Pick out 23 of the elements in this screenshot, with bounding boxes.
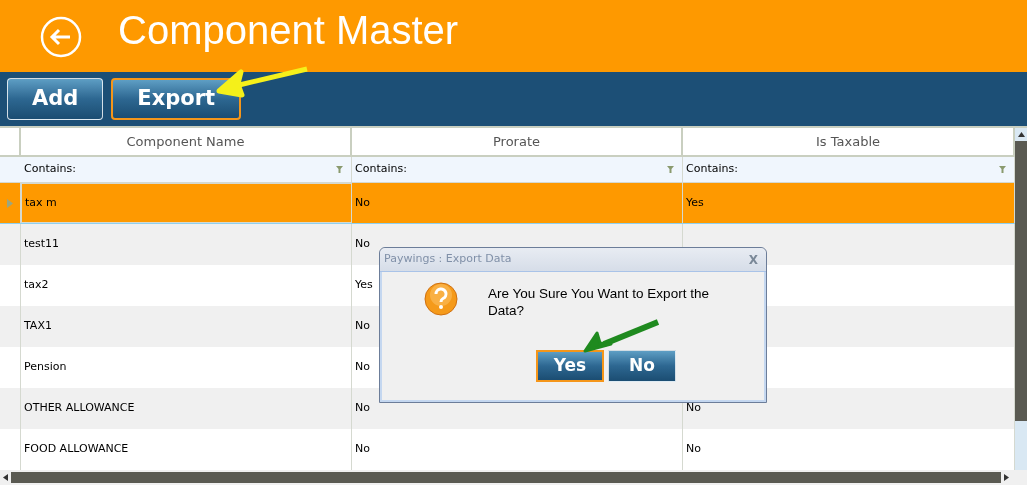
table-cell: tax2 bbox=[24, 277, 49, 294]
table-cell: No bbox=[686, 441, 701, 458]
table-cell: No bbox=[355, 318, 370, 335]
table-cell: test11 bbox=[24, 236, 60, 253]
table-cell-text: tax m bbox=[25, 194, 57, 211]
table-cell: FOOD ALLOWANCE bbox=[24, 441, 129, 458]
table-cell: TAX1 bbox=[24, 318, 52, 335]
dialog-title: Paywings : Export Data bbox=[384, 251, 512, 268]
page-title: Component Master bbox=[118, 10, 459, 50]
table-cell-text: Yes bbox=[686, 194, 704, 211]
filter-label: Contains: bbox=[355, 161, 407, 178]
dialog-message: Are You Sure You Want to Export the Data? bbox=[488, 285, 710, 319]
filter-label: Contains: bbox=[24, 161, 76, 178]
table-cell: No bbox=[355, 359, 370, 376]
table-cell: No bbox=[686, 400, 701, 417]
filter-label: Contains: bbox=[686, 161, 738, 178]
table-cell: Pension bbox=[24, 359, 67, 376]
table-cell-text: No bbox=[355, 194, 370, 211]
table-cell: Yes bbox=[355, 277, 373, 294]
table-cell: OTHER ALLOWANCE bbox=[24, 400, 135, 417]
table-cell: No bbox=[355, 441, 370, 458]
table-cell: No bbox=[355, 400, 370, 417]
table-cell: No bbox=[355, 236, 370, 253]
